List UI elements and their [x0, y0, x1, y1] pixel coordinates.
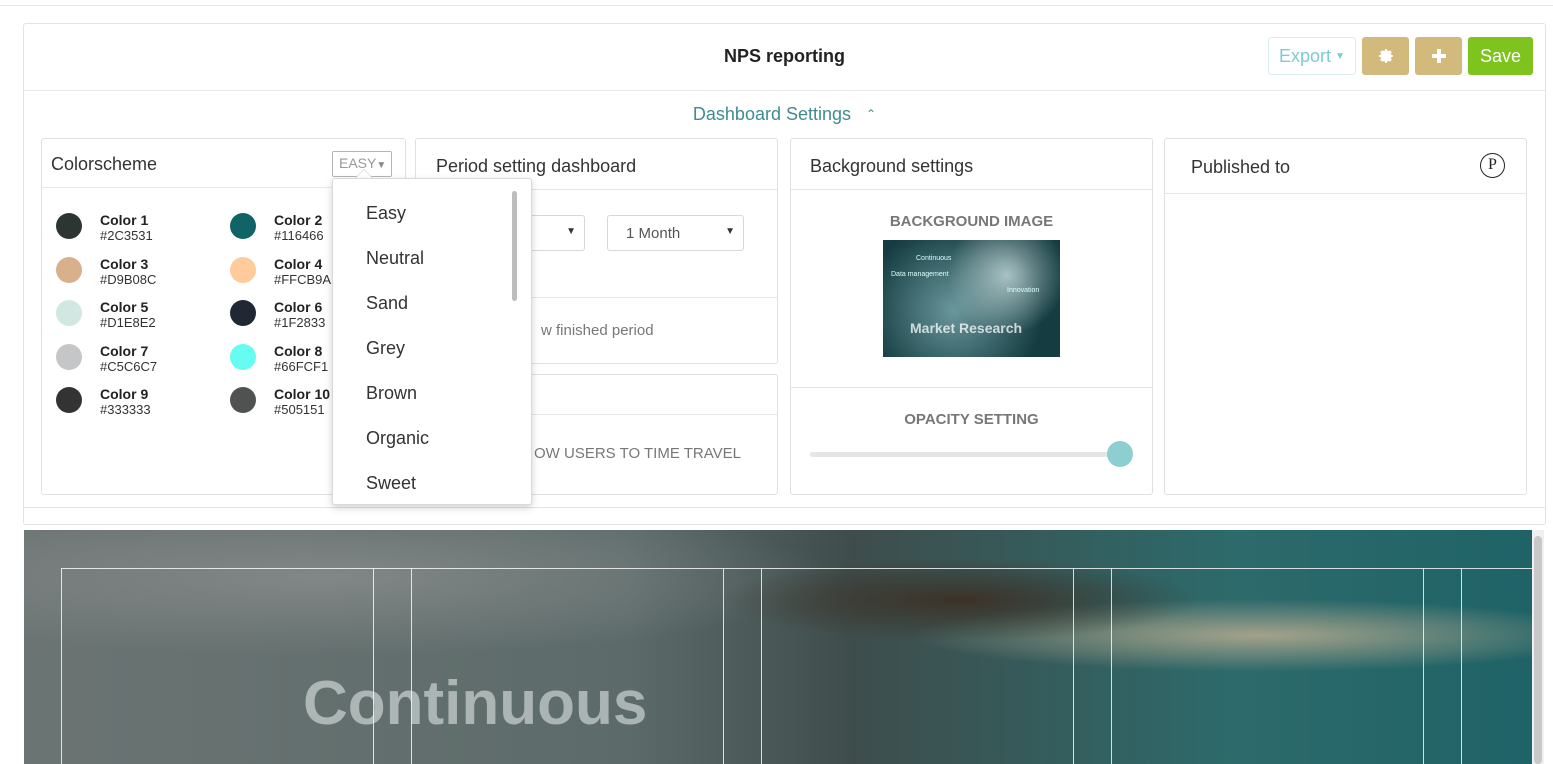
colorscheme-option-neutral[interactable]: Neutral: [366, 248, 424, 269]
grid-line: [61, 568, 1532, 569]
color-dot: [56, 213, 82, 239]
color-dot: [230, 256, 256, 283]
color-name: Color 2: [274, 212, 323, 228]
color-hex: #505151: [274, 402, 325, 418]
divider: [1165, 193, 1526, 194]
background-settings-card: Background settings BACKGROUND IMAGE Con…: [790, 138, 1153, 495]
color-name: Color 1: [100, 212, 149, 228]
color-dot: [230, 213, 256, 239]
color-name: Color 5: [100, 299, 149, 316]
color-hex: #1F2833: [274, 315, 326, 331]
settings-button[interactable]: [1362, 37, 1409, 75]
add-button[interactable]: [1415, 37, 1462, 75]
color-dot: [230, 300, 256, 327]
color-dot: [56, 387, 82, 414]
color-name: Color 8: [274, 342, 323, 359]
opacity-slider-handle[interactable]: [1107, 441, 1133, 467]
published-title: Published to: [1191, 157, 1291, 177]
background-image-thumbnail[interactable]: Continuous Data management Innovation Ma…: [883, 240, 1060, 357]
color-hex: #C5C6C7: [100, 358, 158, 374]
color-dot: [56, 343, 82, 370]
colorscheme-title: Colorscheme: [51, 154, 158, 174]
period-length-value: 1 Month: [626, 225, 681, 242]
scrollbar-thumb[interactable]: [1534, 536, 1542, 764]
thumb-text: Continuous: [916, 255, 952, 262]
caret-down-icon: ▼: [1335, 50, 1345, 62]
period-length-select[interactable]: 1 Month ▼: [607, 215, 744, 251]
color-hex: #D9B08C: [100, 271, 157, 287]
color-name: Color 3: [100, 255, 149, 272]
colorscheme-option-sand[interactable]: Sand: [366, 293, 408, 314]
colorscheme-selected: EASY: [339, 155, 377, 171]
colorscheme-option-sweet[interactable]: Sweet: [366, 473, 416, 494]
color-name: Color 6: [274, 299, 323, 316]
thumb-text: Market Research: [910, 320, 1023, 336]
thumb-text: Innovation: [1007, 287, 1040, 294]
background-image-label: BACKGROUND IMAGE: [889, 213, 1054, 230]
export-label: Export: [1279, 45, 1332, 66]
color-name: Color 9: [100, 386, 149, 403]
header-actions: Export ▼ Save: [1268, 37, 1533, 75]
dropdown-scrollbar[interactable]: [512, 191, 517, 301]
colorscheme-option-brown[interactable]: Brown: [366, 383, 417, 404]
time-travel-option[interactable]: OW USERS TO TIME TRAVEL: [534, 445, 741, 462]
color-hex: #116466: [274, 228, 324, 243]
dashboard-settings-label: Dashboard Settings: [692, 104, 852, 124]
color-name: Color 4: [274, 255, 323, 272]
color-dot: [230, 387, 256, 414]
finished-period-option[interactable]: w finished period: [541, 322, 654, 339]
divider: [24, 507, 1545, 508]
color-hex: #2C3531: [100, 228, 153, 243]
color-hex: #FFCB9A: [274, 271, 332, 287]
color-hex: #333333: [100, 402, 151, 418]
published-to-card: Published to P: [1164, 138, 1527, 495]
pinterest-icon[interactable]: P: [1480, 153, 1505, 178]
color-dot: [56, 300, 82, 327]
grid-column: [1073, 568, 1074, 764]
plus-icon: [1431, 49, 1446, 63]
caret-down-icon: ▼: [566, 226, 576, 237]
grid-column: [1423, 568, 1424, 764]
dashboard-background-preview: Continuous: [24, 530, 1532, 764]
caret-down-icon: ▼: [725, 226, 735, 237]
panel-header: NPS reporting Export ▼ Save: [24, 24, 1545, 91]
hero-text: Continuous: [303, 669, 648, 738]
color-hex: #D1E8E2: [100, 315, 156, 331]
colorscheme-option-organic[interactable]: Organic: [366, 428, 429, 449]
chevron-up-icon: ⌃: [866, 107, 877, 121]
divider: [791, 387, 1152, 388]
color-dot: [56, 256, 82, 283]
top-divider: [0, 0, 1553, 6]
colorscheme-option-grey[interactable]: Grey: [366, 338, 405, 359]
export-button[interactable]: Export ▼: [1268, 37, 1356, 75]
period-title: Period setting dashboard: [436, 156, 637, 176]
color-dot: [230, 343, 256, 370]
dashboard-panel: NPS reporting Export ▼ Save Dashboard Se…: [23, 23, 1546, 525]
color-name: Color 7: [100, 342, 149, 359]
colorscheme-dropdown: Easy Neutral Sand Grey Brown Organic Sweet: [332, 178, 532, 505]
divider: [791, 189, 1152, 190]
save-button[interactable]: Save: [1468, 37, 1533, 75]
opacity-label: OPACITY SETTING: [904, 411, 1039, 428]
grid-column: [1111, 568, 1112, 764]
grid-column: [723, 568, 724, 764]
grid-column: [1461, 568, 1462, 764]
colorscheme-option-easy[interactable]: Easy: [366, 203, 406, 224]
background-title: Background settings: [810, 156, 974, 176]
grid-column: [761, 568, 762, 764]
color-name: Color 10: [274, 386, 331, 403]
dashboard-settings-toggle[interactable]: Dashboard Settings ⌃: [24, 104, 1545, 125]
grid-column: [61, 568, 62, 764]
caret-down-icon: ▼: [376, 160, 387, 171]
gear-icon: [1378, 48, 1393, 64]
thumb-text: Data management: [891, 271, 949, 278]
page-scrollbar[interactable]: [1532, 530, 1544, 764]
opacity-slider-track[interactable]: [810, 452, 1126, 457]
color-hex: #66FCF1: [274, 358, 329, 374]
